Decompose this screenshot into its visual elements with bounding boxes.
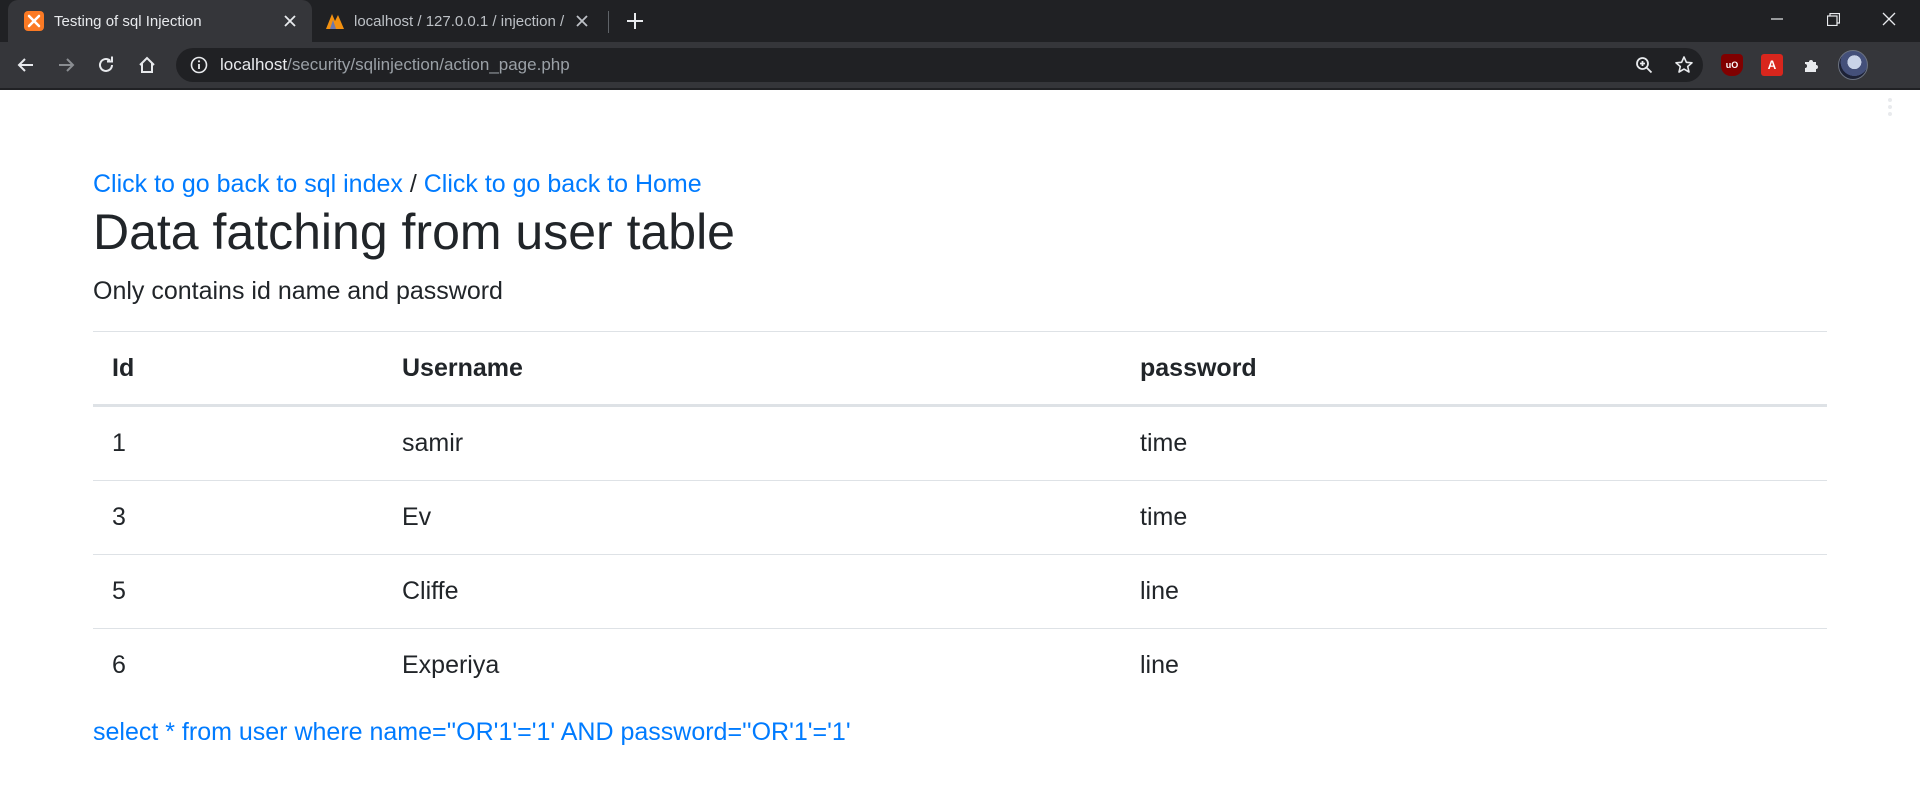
tab-phpmyadmin[interactable]: localhost / 127.0.0.1 / injection / u (316, 0, 604, 42)
cell-username: Experiya (402, 651, 500, 679)
cell-id: 5 (93, 554, 383, 629)
phpmyadmin-icon (324, 11, 344, 31)
cell-password: line (1140, 651, 1179, 679)
table-row: 6 Experiya line (93, 629, 1827, 703)
tab-testing-sql-injection[interactable]: Testing of sql Injection (8, 0, 312, 42)
page-title: Data fatching from user table (93, 204, 735, 260)
adobe-pdf-icon[interactable]: A (1761, 54, 1783, 76)
reload-icon[interactable] (90, 49, 122, 81)
page-subtitle: Only contains id name and password (93, 277, 503, 305)
more-menu-icon[interactable] (1880, 94, 1900, 120)
address-bar[interactable]: localhost/security/sqlinjection/action_p… (176, 48, 1703, 82)
home-link[interactable]: Click to go back to Home (424, 170, 702, 198)
cell-id: 6 (112, 651, 126, 679)
cell-id: 3 (93, 480, 383, 555)
cell-id: 1 (93, 405, 383, 481)
tab-strip: Testing of sql Injection localhost / 127… (0, 0, 1920, 42)
browser-toolbar: localhost/security/sqlinjection/action_p… (0, 42, 1920, 116)
breadcrumb-separator: / (409, 170, 417, 198)
cell-username: Ev (383, 480, 1121, 555)
back-arrow-icon[interactable] (10, 49, 42, 81)
table-header-row: Id Username password (93, 331, 1827, 407)
cell-username: Cliffe (383, 554, 1121, 629)
cell-username: samir (383, 405, 1121, 481)
cell-password: line (1121, 554, 1827, 629)
profile-avatar[interactable] (1838, 50, 1868, 80)
column-header-username: Username (383, 331, 1121, 407)
tab-separator (608, 11, 609, 33)
tab-title: localhost / 127.0.0.1 / injection / u (354, 12, 568, 30)
cell-password: time (1121, 480, 1827, 555)
home-icon[interactable] (131, 49, 163, 81)
new-tab-plus-icon[interactable] (620, 7, 650, 35)
site-info-icon[interactable] (190, 56, 208, 74)
table-row: 3 Ev time (93, 480, 1827, 555)
table-row: 1 samir time (93, 405, 1827, 481)
close-tab-icon[interactable] (568, 7, 596, 35)
url-text[interactable]: localhost/security/sqlinjection/action_p… (220, 55, 570, 75)
cell-password: time (1121, 405, 1827, 481)
sql-index-link[interactable]: Click to go back to sql index (93, 170, 403, 198)
close-window-icon[interactable] (1866, 0, 1912, 38)
tab-title: Testing of sql Injection (54, 12, 202, 30)
ublock-origin-icon[interactable]: uO (1721, 54, 1743, 76)
bookmark-star-icon[interactable] (1670, 54, 1698, 76)
close-tab-icon[interactable] (276, 7, 304, 35)
user-table: Id Username password 1 samir time 3 Ev t… (93, 331, 1827, 702)
breadcrumb: Click to go back to sql index / Click to… (93, 168, 1827, 200)
page-content: Click to go back to sql index / Click to… (93, 90, 1827, 748)
minimize-icon[interactable] (1754, 0, 1800, 38)
xampp-icon (24, 11, 44, 31)
extensions-puzzle-icon[interactable] (1801, 54, 1823, 76)
table-row: 5 Cliffe line (93, 554, 1827, 629)
sql-query-text: select * from user where name=''OR'1'='1… (93, 718, 851, 746)
column-header-id: Id (93, 331, 383, 407)
restore-icon[interactable] (1810, 0, 1856, 38)
zoom-icon[interactable] (1630, 54, 1658, 76)
forward-arrow-icon[interactable] (50, 49, 82, 81)
column-header-password: password (1121, 331, 1827, 407)
